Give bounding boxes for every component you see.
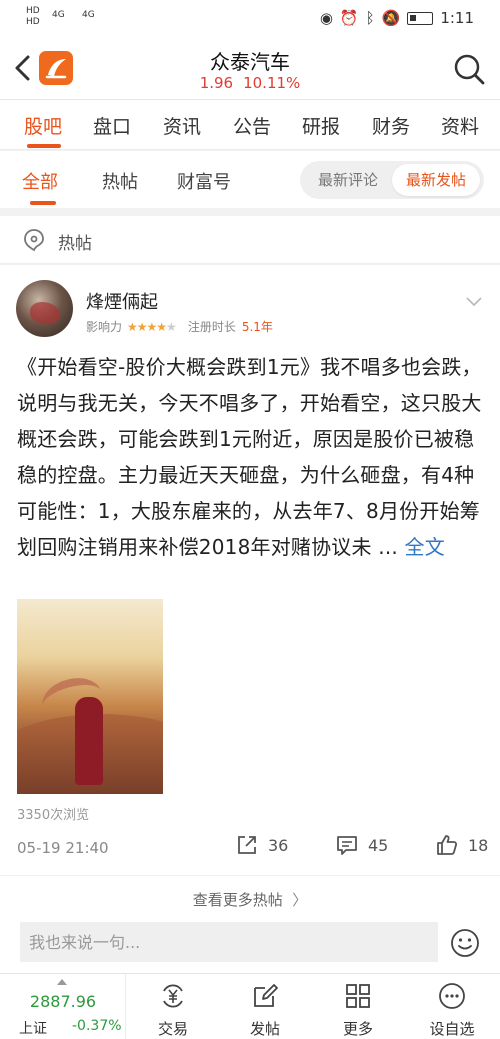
sub-tabs: 全部 热帖 财富号 最新评论 最新发帖 xyxy=(0,151,500,208)
market-index[interactable]: 2887.96 上证 -0.37% xyxy=(0,974,126,1039)
nav-post[interactable]: 发帖 xyxy=(224,974,304,1039)
tab-news[interactable]: 资讯 xyxy=(163,112,201,139)
status-icons: ◉ ⏰ ᛒ 🔕 1:11 xyxy=(320,9,474,27)
caret-up-icon xyxy=(57,979,67,985)
stock-name: 众泰汽车 xyxy=(210,50,290,74)
nav-watchlist[interactable]: 设自选 xyxy=(411,974,491,1039)
index-change: -0.37% xyxy=(72,1018,122,1034)
status-bar: HD HD 4G 4G ◉ ⏰ ᛒ 🔕 1:11 xyxy=(0,0,500,38)
alarm-icon: ⏰ xyxy=(339,9,359,27)
registration-label: 注册时长 xyxy=(187,320,236,334)
comment-button[interactable]: 45 xyxy=(335,833,388,857)
eye-icon: ◉ xyxy=(319,9,333,27)
sort-latest-comment[interactable]: 最新评论 xyxy=(304,164,392,196)
comment-bar xyxy=(0,915,500,973)
chevron-right-icon: 〉 xyxy=(287,891,308,909)
stock-price: 1.96 xyxy=(199,74,234,92)
read-more-link[interactable]: 全文 xyxy=(405,535,445,559)
emoji-icon[interactable] xyxy=(450,928,480,958)
post-time: 05-19 21:40 xyxy=(17,839,109,857)
sort-toggle: 最新评论 最新发帖 xyxy=(300,161,484,199)
post-card[interactable]: 烽煙倆起 影响力 ★★★★★ 注册时长 5.1年 《开始看空-股价大概会跌到1元… xyxy=(0,265,500,875)
section-title: 热帖 xyxy=(58,234,92,254)
comment-input[interactable] xyxy=(20,922,438,962)
network-indicators: HD HD xyxy=(26,6,40,28)
nav-trade[interactable]: 交易 xyxy=(132,974,212,1039)
index-name: 上证 xyxy=(19,1021,47,1037)
avatar[interactable] xyxy=(16,280,73,337)
registration-value: 5.1年 xyxy=(241,320,273,334)
active-tab-indicator xyxy=(27,144,61,148)
subtab-hot[interactable]: 热帖 xyxy=(102,168,138,194)
more-dots-icon xyxy=(439,983,465,1009)
chevron-down-icon[interactable] xyxy=(465,296,483,308)
post-body[interactable]: 《开始看空-股价大概会跌到1元》我不唱多也会跌，说明与我无关，今天不唱多了，开始… xyxy=(17,349,485,565)
nav-post-label: 发帖 xyxy=(249,1020,280,1038)
bluetooth-icon: ᛒ xyxy=(365,9,375,27)
nav-more-label: 更多 xyxy=(342,1020,373,1038)
main-tabs: 股吧 盘口 资讯 公告 研报 财务 资料 xyxy=(0,100,500,150)
active-subtab-indicator xyxy=(30,201,56,205)
stock-change: 10.11% xyxy=(243,74,301,92)
battery-icon xyxy=(407,11,434,25)
edit-icon xyxy=(254,984,278,1007)
bottom-nav: 2887.96 上证 -0.37% 交易 发帖 更多 设自选 xyxy=(0,973,500,1039)
share-icon xyxy=(238,836,256,854)
nav-watchlist-label: 设自选 xyxy=(429,1020,475,1038)
stock-quote: 1.96 10.11% xyxy=(0,74,500,92)
view-count: 3350次浏览 xyxy=(17,808,90,823)
hd-badge-2: HD xyxy=(26,17,40,27)
like-count: 18 xyxy=(468,835,489,855)
figure xyxy=(75,697,103,785)
search-icon[interactable] xyxy=(452,52,486,86)
thumbs-up-icon xyxy=(437,835,458,855)
signal-2: 4G xyxy=(82,10,95,20)
tab-pankou[interactable]: 盘口 xyxy=(93,112,131,139)
grid-icon xyxy=(346,984,370,1008)
nav-trade-label: 交易 xyxy=(157,1020,188,1038)
mute-icon: 🔕 xyxy=(381,9,401,27)
user-meta: 影响力 ★★★★★ 注册时长 5.1年 xyxy=(86,318,273,335)
yuan-exchange-icon xyxy=(163,984,183,1008)
more-hot-posts-link[interactable]: 查看更多热帖 〉 xyxy=(0,875,500,915)
influence-label: 影响力 xyxy=(86,320,123,334)
like-button[interactable]: 18 xyxy=(435,833,488,857)
location-pin-icon xyxy=(24,229,44,252)
more-hot-label: 查看更多热帖 xyxy=(192,891,283,909)
post-image[interactable] xyxy=(17,599,163,794)
signal-1: 4G xyxy=(52,10,65,20)
influence-stars: ★★★★★ xyxy=(127,319,177,334)
tab-research[interactable]: 研报 xyxy=(302,112,340,139)
share-count: 36 xyxy=(268,835,289,855)
hd-badge-1: HD xyxy=(26,6,40,16)
comment-icon xyxy=(337,836,357,855)
sort-latest-post[interactable]: 最新发帖 xyxy=(392,164,480,196)
comment-count: 45 xyxy=(368,835,389,855)
clock-time: 1:11 xyxy=(440,9,474,27)
tab-announcements[interactable]: 公告 xyxy=(233,112,271,139)
tab-profile[interactable]: 资料 xyxy=(441,112,479,139)
index-value: 2887.96 xyxy=(29,992,97,1011)
username[interactable]: 烽煙倆起 xyxy=(86,288,158,314)
tab-guba[interactable]: 股吧 xyxy=(24,112,62,139)
hot-section-header: 热帖 xyxy=(0,216,500,264)
subtab-all[interactable]: 全部 xyxy=(22,168,58,194)
post-text: 《开始看空-股价大概会跌到1元》我不唱多也会跌，说明与我无关，今天不唱多了，开始… xyxy=(17,355,482,559)
subtab-fortune[interactable]: 财富号 xyxy=(177,168,231,194)
nav-more[interactable]: 更多 xyxy=(317,974,397,1039)
share-button[interactable]: 36 xyxy=(235,833,288,857)
tab-finance[interactable]: 财务 xyxy=(372,112,410,139)
stock-header: 众泰汽车 1.96 10.11% xyxy=(0,38,500,100)
